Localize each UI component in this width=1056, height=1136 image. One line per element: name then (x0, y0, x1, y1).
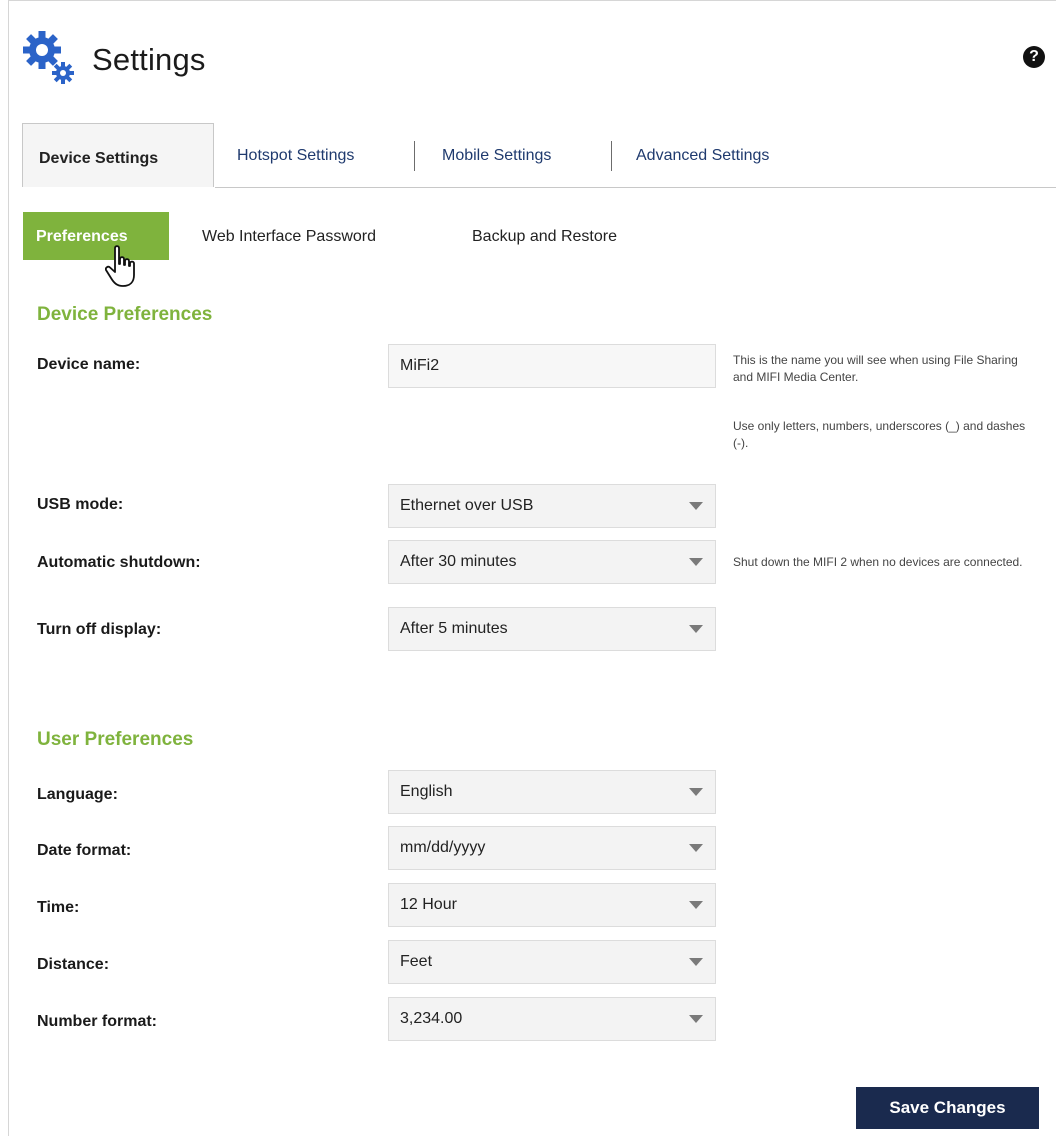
settings-gear-icon (22, 30, 78, 90)
tab-device-settings[interactable]: Device Settings (22, 123, 214, 187)
chevron-down-icon (689, 958, 703, 966)
time-label: Time: (37, 899, 80, 916)
tab-divider (611, 141, 612, 171)
device-name-label: Device name: (37, 356, 141, 373)
language-select[interactable]: English (388, 770, 716, 814)
tab-advanced-settings[interactable]: Advanced Settings (636, 147, 769, 165)
time-select[interactable]: 12 Hour (388, 883, 716, 927)
user-preferences-heading: User Preferences (37, 729, 194, 750)
page-title: Settings (92, 42, 206, 77)
turn-off-display-value: After 5 minutes (400, 620, 508, 637)
hand-cursor-icon (104, 244, 141, 290)
device-name-input[interactable]: MiFi2 (388, 344, 716, 388)
tab-divider (414, 141, 415, 171)
chevron-down-icon (689, 788, 703, 796)
settings-tabs: Device Settings Hotspot Settings Mobile … (22, 123, 1056, 189)
automatic-shutdown-hint: Shut down the MIFI 2 when no devices are… (733, 555, 1023, 569)
usb-mode-label: USB mode: (37, 496, 124, 513)
help-icon[interactable]: ? (1023, 46, 1045, 68)
device-name-rules-hint: Use only letters, numbers, underscores (… (733, 419, 1026, 450)
subtab-backup-and-restore[interactable]: Backup and Restore (472, 228, 617, 246)
distance-label: Distance: (37, 956, 110, 973)
number-format-value: 3,234.00 (400, 1010, 463, 1027)
subtab-preferences[interactable]: Preferences (23, 212, 169, 260)
save-changes-button[interactable]: Save Changes (856, 1087, 1039, 1129)
chevron-down-icon (689, 625, 703, 633)
number-format-select[interactable]: 3,234.00 (388, 997, 716, 1041)
time-value: 12 Hour (400, 896, 457, 913)
usb-mode-select[interactable]: Ethernet over USB (388, 484, 716, 528)
chevron-down-icon (689, 1015, 703, 1023)
tab-device-settings-label: Device Settings (39, 150, 159, 167)
tab-mobile-settings[interactable]: Mobile Settings (442, 147, 551, 165)
tab-hotspot-settings[interactable]: Hotspot Settings (237, 147, 354, 165)
language-label: Language: (37, 786, 118, 803)
usb-mode-value: Ethernet over USB (400, 497, 534, 514)
device-name-hint: This is the name you will see when using… (733, 353, 1018, 384)
device-preferences-heading: Device Preferences (37, 304, 213, 325)
date-format-label: Date format: (37, 842, 132, 859)
page-header: Settings (22, 30, 206, 90)
automatic-shutdown-select[interactable]: After 30 minutes (388, 540, 716, 584)
subtab-web-interface-password[interactable]: Web Interface Password (202, 228, 376, 246)
distance-value: Feet (400, 953, 433, 970)
date-format-select[interactable]: mm/dd/yyyy (388, 826, 716, 870)
chevron-down-icon (689, 502, 703, 510)
automatic-shutdown-label: Automatic shutdown: (37, 554, 201, 571)
distance-select[interactable]: Feet (388, 940, 716, 984)
chevron-down-icon (689, 844, 703, 852)
turn-off-display-label: Turn off display: (37, 621, 162, 638)
number-format-label: Number format: (37, 1013, 158, 1030)
chevron-down-icon (689, 558, 703, 566)
language-value: English (400, 783, 453, 800)
chevron-down-icon (689, 901, 703, 909)
automatic-shutdown-value: After 30 minutes (400, 553, 517, 570)
tabs-underline (215, 187, 1056, 188)
date-format-value: mm/dd/yyyy (400, 839, 486, 856)
turn-off-display-select[interactable]: After 5 minutes (388, 607, 716, 651)
